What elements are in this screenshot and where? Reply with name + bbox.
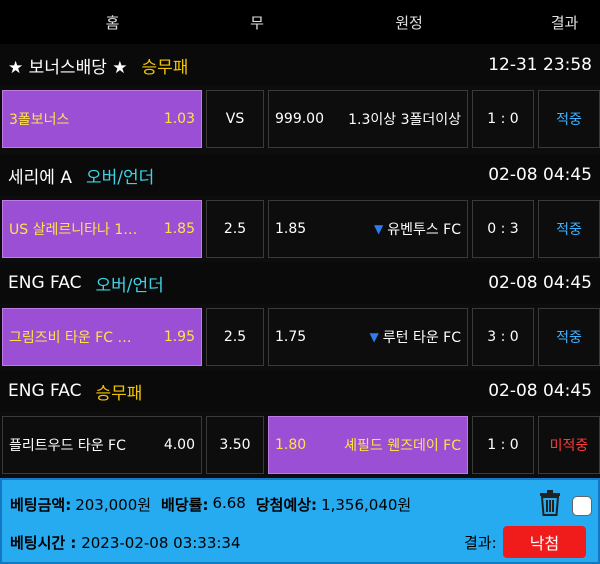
- draw-cell[interactable]: 2.5: [206, 308, 264, 366]
- result-value: 적중: [556, 222, 582, 238]
- result-lose-button[interactable]: 낙첨: [503, 526, 586, 558]
- result-cell: 미적중: [538, 416, 600, 474]
- match-date: 02-08 04:45: [488, 165, 592, 185]
- market-type: 오버/언더: [85, 167, 155, 188]
- away-team-label: 유벤투스 FC: [387, 222, 461, 238]
- bet-section: ENG FAC 승무패 02-08 04:45 플리트우드 타운 FC 4.00…: [0, 370, 600, 482]
- score-value: 1 : 0: [487, 437, 519, 453]
- bet-time: 2023-02-08 03:33:34: [81, 534, 241, 552]
- bet-title-row: ENG FAC 승무패 02-08 04:45: [0, 370, 600, 412]
- draw-cell[interactable]: 2.5: [206, 200, 264, 258]
- amount-label: 베팅금액:: [10, 496, 72, 514]
- triangle-down-icon: ▼: [369, 330, 379, 344]
- bet-summary-panel: 베팅금액: 203,000원 배당률: 6.68 당첨예상: 1,356,040…: [0, 478, 600, 564]
- time-label: 베팅시간 :: [10, 534, 77, 552]
- home-odds: 1.95: [163, 329, 195, 345]
- bet-time-line: 베팅시간 : 2023-02-08 03:33:34: [10, 532, 241, 553]
- result-cell: 적중: [538, 308, 600, 366]
- bet-section: ENG FAC 오버/언더 02-08 04:45 그림즈비 타운 FC … 1…: [0, 262, 600, 374]
- draw-value: 2.5: [223, 221, 247, 237]
- home-team: 그림즈비 타운 FC …: [9, 330, 132, 346]
- away-team-label: 1.3이상 3폴더이상: [348, 112, 461, 128]
- away-odds: 1.75: [275, 329, 307, 345]
- away-odds: 1.80: [275, 437, 307, 453]
- away-pick-cell[interactable]: 1.80 셰필드 웬즈데이 FC: [268, 416, 468, 474]
- draw-value: VS: [225, 111, 245, 127]
- away-odds: 1.85: [275, 221, 307, 237]
- score-cell: 1 : 0: [472, 416, 534, 474]
- result-cell: 적중: [538, 200, 600, 258]
- result-value: 미적중: [549, 438, 589, 454]
- bet-section: 세리에 A 오버/언더 02-08 04:45 US 살레르니타나 1… 1.8…: [0, 154, 600, 266]
- score-cell: 3 : 0: [472, 308, 534, 366]
- trash-icon[interactable]: [539, 490, 561, 516]
- away-odds: 999.00: [275, 111, 324, 127]
- bet-summary-line: 베팅금액: 203,000원 배당률: 6.68 당첨예상: 1,356,040…: [10, 494, 411, 515]
- home-pick-cell[interactable]: 3폴보너스 1.03: [2, 90, 202, 148]
- match-date: 02-08 04:45: [488, 273, 592, 293]
- result-value: 적중: [556, 330, 582, 346]
- home-odds: 4.00: [163, 437, 195, 453]
- league-name: ★ 보너스배당 ★: [8, 57, 128, 78]
- expected-label: 당첨예상:: [255, 496, 318, 514]
- draw-value: 2.5: [223, 329, 247, 345]
- home-odds: 1.85: [163, 221, 195, 237]
- market-type: 승무패: [141, 57, 189, 78]
- league-name: ENG FAC: [8, 381, 82, 401]
- bet-row: US 살레르니타나 1… 1.85 2.5 1.85 ▼ 유벤투스 FC 0 : …: [0, 196, 600, 266]
- bet-title-row: 세리에 A 오버/언더 02-08 04:45: [0, 154, 600, 196]
- header-away: 원정: [395, 13, 423, 32]
- bet-row: 3폴보너스 1.03 VS 999.00 1.3이상 3폴더이상 1 : 0 적…: [0, 86, 600, 156]
- score-value: 3 : 0: [487, 329, 519, 345]
- table-header: 홈 무 원정 결과: [0, 0, 600, 44]
- result-label: 결과:: [464, 534, 497, 552]
- odds-label: 배당률:: [161, 496, 209, 514]
- away-team: 1.3이상 3폴더이상: [348, 109, 461, 129]
- header-result: 결과: [550, 13, 579, 32]
- home-pick-cell[interactable]: 플리트우드 타운 FC 4.00: [2, 416, 202, 474]
- home-team: 3폴보너스: [9, 112, 70, 128]
- away-pick-cell[interactable]: 1.75 ▼ 루턴 타운 FC: [268, 308, 468, 366]
- home-team: 플리트우드 타운 FC: [9, 438, 126, 454]
- score-value: 0 : 3: [487, 221, 519, 237]
- match-date: 12-31 23:58: [488, 55, 592, 75]
- bet-title-row: ★ 보너스배당 ★ 승무패 12-31 23:58: [0, 44, 600, 86]
- home-team: US 살레르니타나 1…: [9, 222, 138, 238]
- bet-title-row: ENG FAC 오버/언더 02-08 04:45: [0, 262, 600, 304]
- away-pick-cell[interactable]: 1.85 ▼ 유벤투스 FC: [268, 200, 468, 258]
- expected-win: 1,356,040원: [321, 496, 412, 514]
- away-pick-cell[interactable]: 999.00 1.3이상 3폴더이상: [268, 90, 468, 148]
- bet-row: 그림즈비 타운 FC … 1.95 2.5 1.75 ▼ 루턴 타운 FC 3 :…: [0, 304, 600, 374]
- away-team: ▼ 루턴 타운 FC: [370, 327, 461, 347]
- match-date: 02-08 04:45: [488, 381, 592, 401]
- away-team: 셰필드 웬즈데이 FC: [344, 435, 461, 455]
- score-value: 1 : 0: [487, 111, 519, 127]
- away-team: ▼ 유벤투스 FC: [374, 219, 461, 239]
- triangle-down-icon: ▼: [373, 222, 384, 236]
- market-type: 오버/언더: [95, 275, 164, 296]
- bet-section: ★ 보너스배당 ★ 승무패 12-31 23:58 3폴보너스 1.03 VS …: [0, 44, 600, 156]
- result-cell: 적중: [538, 90, 600, 148]
- header-draw: 무: [250, 13, 264, 32]
- home-odds: 1.03: [163, 111, 195, 127]
- market-type: 승무패: [95, 383, 143, 404]
- select-checkbox[interactable]: [572, 496, 592, 516]
- league-name: ENG FAC: [8, 273, 82, 293]
- league-name: 세리에 A: [8, 167, 72, 188]
- bet-row: 플리트우드 타운 FC 4.00 3.50 1.80 셰필드 웬즈데이 FC 1…: [0, 412, 600, 482]
- score-cell: 1 : 0: [472, 90, 534, 148]
- draw-value: 3.50: [219, 437, 251, 453]
- bet-amount: 203,000원: [75, 496, 152, 514]
- result-value: 적중: [556, 112, 582, 128]
- header-home: 홈: [105, 13, 120, 32]
- score-cell: 0 : 3: [472, 200, 534, 258]
- away-team-label: 셰필드 웬즈데이 FC: [344, 438, 461, 454]
- home-pick-cell[interactable]: US 살레르니타나 1… 1.85: [2, 200, 202, 258]
- draw-cell[interactable]: VS: [206, 90, 264, 148]
- total-odds: 6.68: [212, 494, 246, 512]
- draw-cell[interactable]: 3.50: [206, 416, 264, 474]
- away-team-label: 루턴 타운 FC: [382, 330, 461, 346]
- home-pick-cell[interactable]: 그림즈비 타운 FC … 1.95: [2, 308, 202, 366]
